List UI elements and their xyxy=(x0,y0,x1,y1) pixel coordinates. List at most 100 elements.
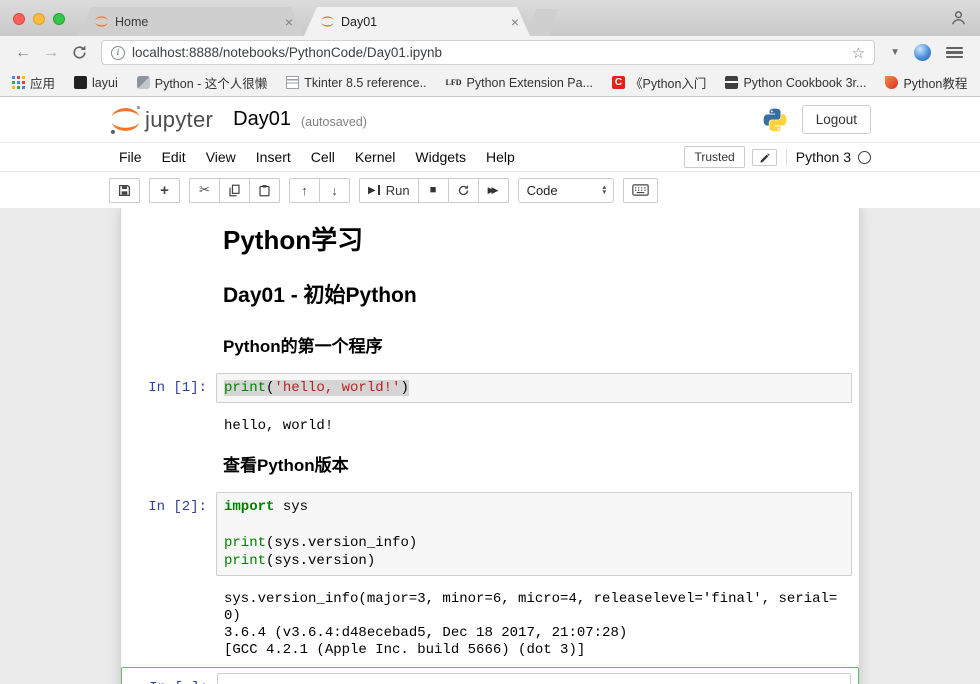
bookmark-python-extension[interactable]: LFD Python Extension Pa... xyxy=(446,76,593,90)
window-controls xyxy=(13,13,65,25)
paste-icon xyxy=(258,184,271,197)
output-area: hello, world! xyxy=(216,413,852,435)
move-cell-down-button[interactable]: ↓ xyxy=(319,178,350,203)
apps-grid-icon xyxy=(12,76,25,89)
page-info-icon[interactable]: i xyxy=(111,46,125,60)
code-cell-2[interactable]: In [2]: import sys print(sys.version_inf… xyxy=(121,487,859,581)
bookmark-python-intro[interactable]: C 《Python入门 xyxy=(612,73,706,92)
bookmark-label: Python - 这个人很懒 xyxy=(155,73,268,92)
close-tab-icon[interactable]: × xyxy=(508,15,522,29)
move-cell-up-button[interactable]: ↑ xyxy=(289,178,320,203)
run-cell-button[interactable]: ▶ Run xyxy=(359,178,419,203)
code-input-area[interactable] xyxy=(217,673,851,684)
play-icon: ▶ xyxy=(368,185,376,196)
new-tab-button[interactable] xyxy=(526,9,558,36)
fast-forward-icon: ▶▶ xyxy=(488,185,499,196)
bookmark-label: Python Cookbook 3r... xyxy=(743,76,866,90)
url-text[interactable]: localhost:8888/notebooks/PythonCode/Day0… xyxy=(132,45,845,60)
notebook-heading-1: Python学习 xyxy=(223,225,847,255)
input-prompt: In [ ]: xyxy=(122,673,217,684)
save-button[interactable] xyxy=(109,178,140,203)
divider xyxy=(786,149,787,166)
menu-view[interactable]: View xyxy=(196,144,246,170)
bookmark-label: 应用 xyxy=(30,73,55,92)
output-text: hello, world! xyxy=(224,418,852,435)
interrupt-kernel-button[interactable]: ■ xyxy=(418,178,449,203)
bookmark-star-icon[interactable]: ☆ xyxy=(852,44,865,62)
notebook-toolbar: + ✂ xyxy=(0,172,980,208)
bookmark-apps[interactable]: 应用 xyxy=(12,73,55,92)
kernel-idle-icon xyxy=(858,151,871,164)
download-caret-icon[interactable]: ▼ xyxy=(884,47,906,58)
bookmark-python-blog[interactable]: Python - 这个人很懒 xyxy=(137,73,268,92)
reload-button[interactable] xyxy=(66,40,92,66)
copy-cell-button[interactable] xyxy=(219,178,250,203)
markdown-cell-section-2[interactable]: 查看Python版本 xyxy=(216,440,859,487)
profile-icon[interactable] xyxy=(949,8,968,27)
cut-cell-button[interactable]: ✂ xyxy=(189,178,220,203)
menu-widgets[interactable]: Widgets xyxy=(405,144,476,170)
markdown-cell-subtitle[interactable]: Day01 - 初始Python xyxy=(216,268,859,321)
c-red-favicon: C xyxy=(612,76,625,89)
bookmark-python-tutorial[interactable]: Python教程 xyxy=(885,73,967,92)
notebook-title[interactable]: Day01 xyxy=(233,108,291,131)
jupyter-logo-icon xyxy=(109,103,142,136)
menu-kernel[interactable]: Kernel xyxy=(345,144,405,170)
browser-navbar: ← → i localhost:8888/notebooks/PythonCod… xyxy=(0,36,980,69)
extension-globe-icon[interactable] xyxy=(914,44,931,61)
notebook-scroll-area[interactable]: Python学习 Day01 - 初始Python Python的第一个程序 I… xyxy=(0,208,980,684)
back-button[interactable]: ← xyxy=(10,40,36,66)
jupyter-header: jupyter Day01 (autosaved) Logout xyxy=(0,97,980,142)
add-cell-button[interactable]: + xyxy=(149,178,180,203)
close-window-button[interactable] xyxy=(13,13,25,25)
restart-kernel-button[interactable] xyxy=(448,178,479,203)
autosave-status: (autosaved) xyxy=(301,111,367,129)
run-label: Run xyxy=(386,183,410,198)
copy-icon xyxy=(228,184,241,197)
menu-cell[interactable]: Cell xyxy=(301,144,345,170)
bookmark-label: 《Python入门 xyxy=(630,73,706,92)
markdown-cell-section-1[interactable]: Python的第一个程序 xyxy=(216,321,859,368)
cell-type-dropdown[interactable]: Code ▲ ▼ xyxy=(518,178,614,203)
code-cell-1[interactable]: In [1]: print('hello, world!') xyxy=(121,368,859,408)
markdown-cell-title[interactable]: Python学习 xyxy=(216,212,859,268)
feather-favicon xyxy=(885,76,898,89)
menu-file[interactable]: File xyxy=(109,144,152,170)
minimize-window-button[interactable] xyxy=(33,13,45,25)
menu-edit[interactable]: Edit xyxy=(152,144,196,170)
output-area: sys.version_info(major=3, minor=6, micro… xyxy=(216,586,852,659)
step-bar-icon xyxy=(378,185,380,195)
tab-day01[interactable]: Day01 × xyxy=(304,7,530,36)
fullscreen-window-button[interactable] xyxy=(53,13,65,25)
edit-mode-indicator xyxy=(752,149,777,166)
bookmark-tkinter[interactable]: Tkinter 8.5 reference.. xyxy=(286,76,426,90)
python-gray-favicon xyxy=(137,76,150,89)
restart-run-all-button[interactable]: ▶▶ xyxy=(478,178,509,203)
plus-icon: + xyxy=(160,182,169,199)
jupyter-favicon xyxy=(320,14,335,29)
logout-button[interactable]: Logout xyxy=(802,105,871,134)
bookmark-layui[interactable]: layui xyxy=(74,76,118,90)
notebook-heading-3: Python的第一个程序 xyxy=(223,336,847,357)
menu-help[interactable]: Help xyxy=(476,144,525,170)
tab-home[interactable]: Home × xyxy=(78,7,304,36)
output-cell-1: hello, world! xyxy=(121,408,859,440)
paste-cell-button[interactable] xyxy=(249,178,280,203)
forward-button[interactable]: → xyxy=(38,40,64,66)
close-tab-icon[interactable]: × xyxy=(282,15,296,29)
tab-title: Home xyxy=(115,15,276,29)
jupyter-logo-text: jupyter xyxy=(145,107,213,133)
bookmark-python-cookbook[interactable]: Python Cookbook 3r... xyxy=(725,76,866,90)
browser-menu-icon[interactable] xyxy=(946,47,963,59)
browser-window: Home × Day01 × ← → i localhost:8888/ xyxy=(0,0,980,684)
code-input-area[interactable]: print('hello, world!') xyxy=(216,373,852,403)
command-palette-button[interactable] xyxy=(623,178,658,203)
code-cell-3-selected[interactable]: In [ ]: xyxy=(121,667,859,684)
browser-tab-strip: Home × Day01 × xyxy=(0,0,980,36)
menu-insert[interactable]: Insert xyxy=(246,144,301,170)
code-input-area[interactable]: import sys print(sys.version_info)print(… xyxy=(216,492,852,576)
jupyter-logo[interactable]: jupyter xyxy=(109,103,213,136)
select-carets-icon: ▲ ▼ xyxy=(601,185,607,196)
trusted-badge[interactable]: Trusted xyxy=(684,146,744,168)
address-bar[interactable]: i localhost:8888/notebooks/PythonCode/Da… xyxy=(101,40,875,65)
